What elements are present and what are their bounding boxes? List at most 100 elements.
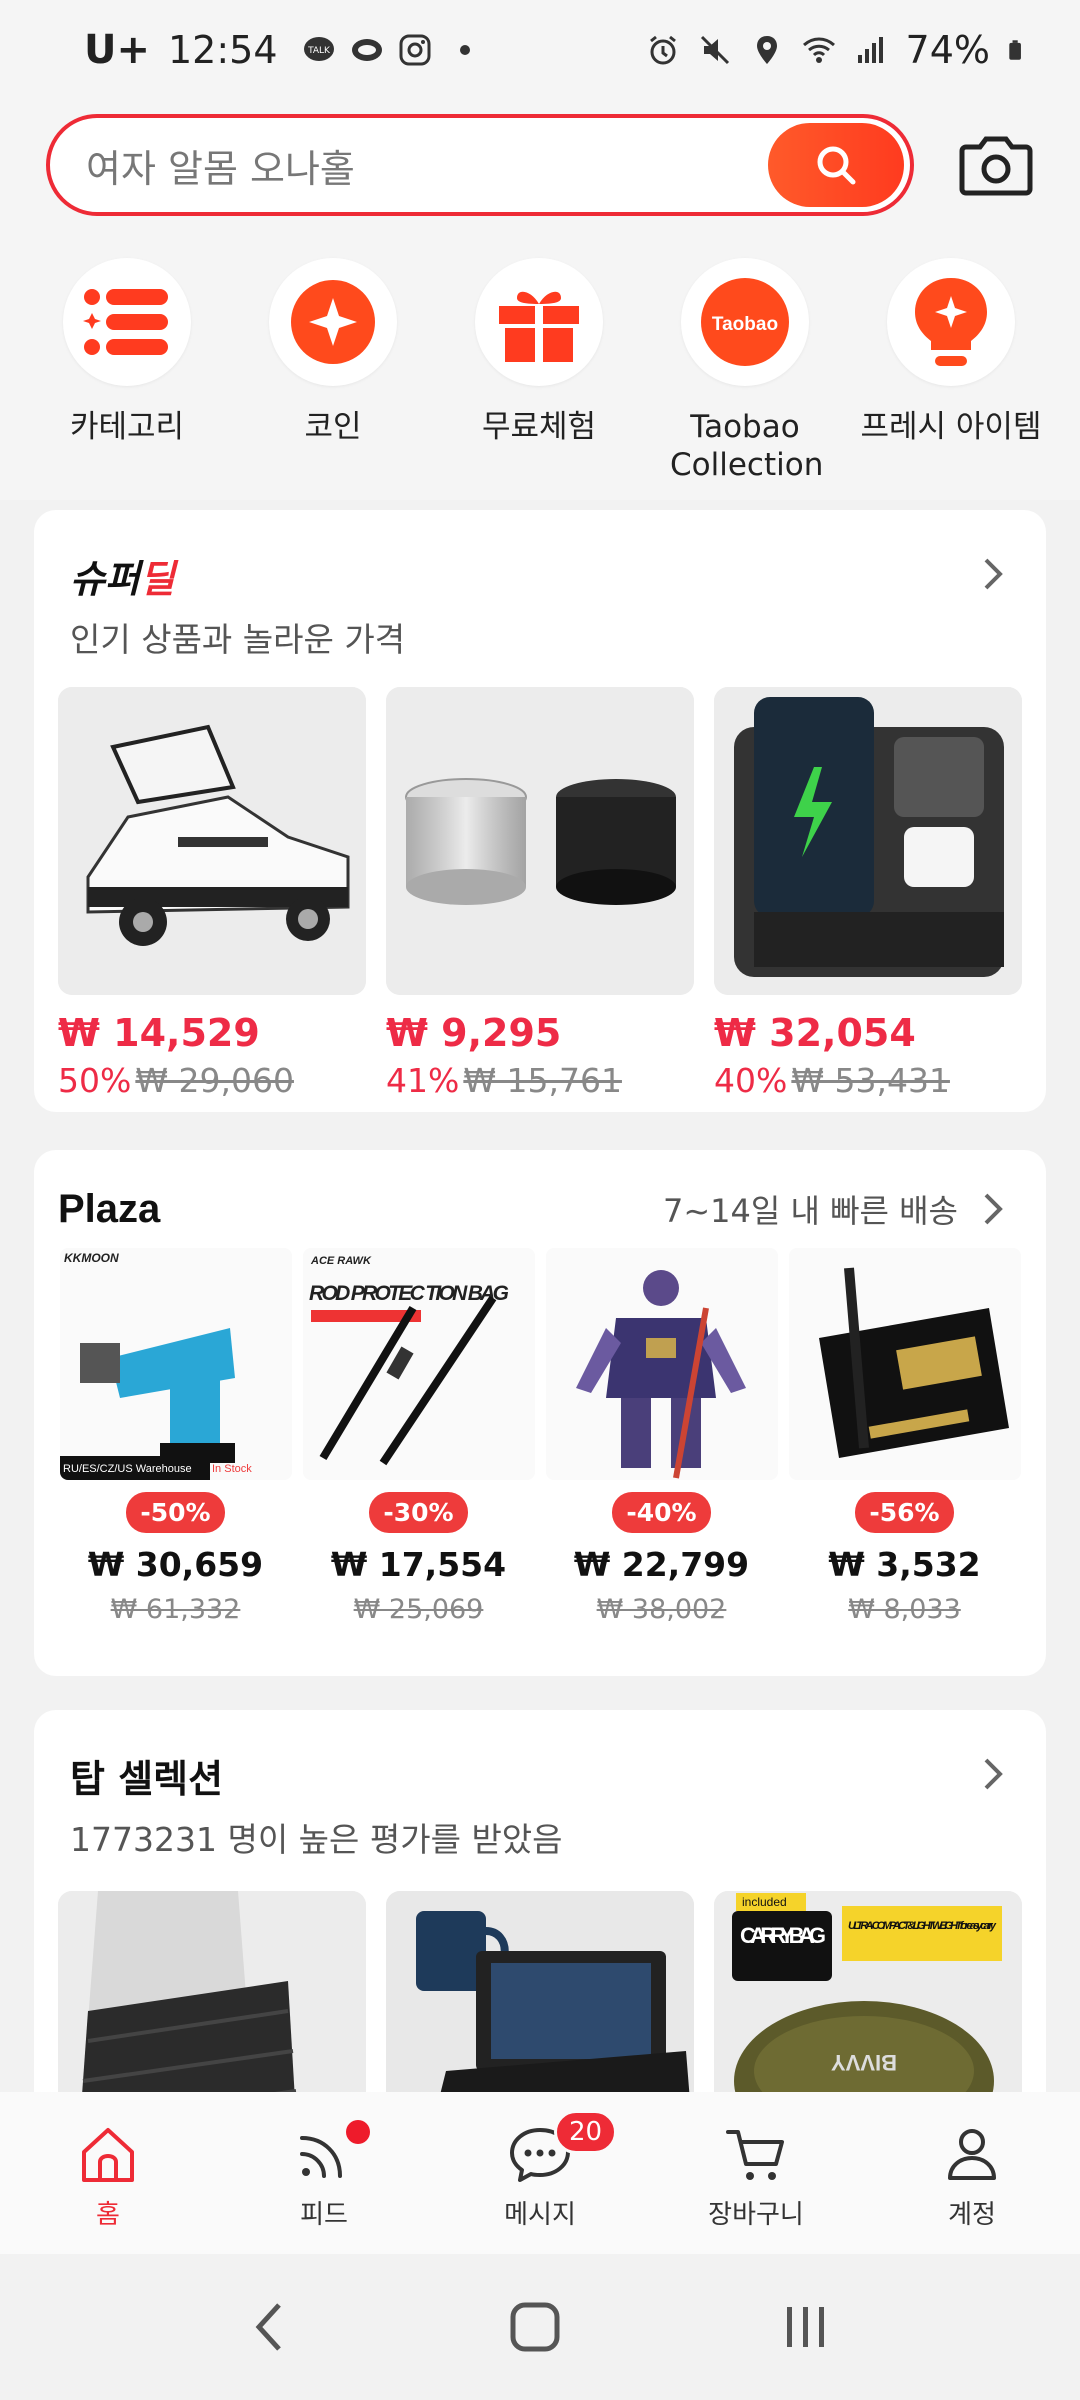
category-label: Taobao Collection [670,409,824,483]
deal-discount: 50% [58,1061,132,1100]
gift-icon [499,291,579,362]
product-image[interactable] [714,687,1022,995]
camera-icon [959,136,1033,196]
nav-label: 홈 [96,2200,120,2230]
instagram-icon [399,34,431,66]
plaza-delivery-text[interactable]: 7~14일 내 빠른 배송 [663,1186,958,1232]
status-bar: U+ 12:54 TALK 74% [0,0,1080,100]
feed-icon [300,2136,342,2178]
search-button[interactable] [768,123,904,207]
deal-price: ₩ 14,529 [58,1011,260,1055]
home-button-icon[interactable] [505,2297,565,2357]
category-row: 카테고리 코인 무료체험 Taobao Taobao Collection 프레… [0,230,1080,500]
category-item[interactable]: Taobao Taobao Collection [642,258,848,500]
deal-price: ₩ 9,295 [386,1011,562,1055]
recent-apps-icon[interactable] [775,2297,835,2357]
top-selection-card: 탑 셀렉션 1773231 명이 높은 평가를 받았음 included CARR… [34,1710,1046,2151]
back-icon[interactable] [245,2297,295,2357]
battery-percent: 74% [905,28,990,72]
chevron-right-icon[interactable] [972,1189,1012,1229]
deal-item[interactable]: ₩ 14,529 50% ₩ 29,060 [58,687,366,1100]
product-image[interactable]: ACE RAWK ROD PROTEC TION BAG [302,1248,535,1480]
plaza-price: ₩ 3,532 [828,1545,981,1584]
category-item[interactable]: 카테고리 [24,258,230,500]
super-deal-title: 슈퍼딜 [70,557,175,601]
category-item[interactable]: 프레시 아이템 [848,258,1054,500]
camera-search-button[interactable] [956,125,1036,205]
plaza-price: ₩ 17,554 [330,1545,507,1584]
image-brand-text: KKMOON [64,1251,119,1265]
wifi-icon [802,37,835,63]
deal-price: ₩ 32,054 [714,1011,916,1055]
carrier-label: U+ [84,27,150,73]
battery-icon [1009,40,1021,60]
deal-item[interactable]: ₩ 9,295 41% ₩ 15,761 [386,687,694,1100]
bottom-nav: 홈 피드 20 메시지 장바구니 계정 [0,2092,1080,2254]
discount-badge: -40% [612,1492,711,1533]
product-image[interactable]: KKMOON RU/ES/CZ/US Warehouse In Stock [59,1248,292,1480]
taobao-icon: Taobao [701,278,789,366]
plaza-card: Plaza 7~14일 내 빠른 배송 KKMOON RU/ES/CZ/US Wa… [34,1150,1046,1676]
image-caption-text: CARRY BAG [740,1923,826,1948]
image-caption-text: RU/ES/CZ/US Warehouse [63,1463,192,1475]
plaza-item[interactable]: -56% ₩ 3,532 ₩ 8,033 [783,1248,1026,1625]
image-badge-text: included [742,1895,787,1909]
discount-badge: -56% [855,1492,954,1533]
plaza-price: ₩ 30,659 [87,1545,264,1584]
product-image[interactable] [58,687,366,995]
alarm-icon [649,35,676,65]
search-row: 여자 알몸 오나홀 [0,100,1080,230]
deal-original-price: ₩ 15,761 [463,1061,622,1100]
nav-label: 메시지 [504,2200,576,2230]
top-selection-title: 탑 셀렉션 [70,1757,224,1801]
nav-feed[interactable]: 피드 [216,2092,432,2254]
mute-icon [700,35,729,65]
plaza-item[interactable]: KKMOON RU/ES/CZ/US Warehouse In Stock -50%… [54,1248,297,1625]
category-item[interactable]: 코인 [230,258,436,500]
product-image[interactable] [788,1248,1021,1480]
lightbulb-icon [915,278,987,366]
plaza-original-price: ₩ 8,033 [848,1594,961,1625]
deal-item[interactable]: ₩ 32,054 40% ₩ 53,431 [714,687,1022,1100]
notification-dot [459,45,470,55]
system-nav-bar [0,2254,1080,2400]
category-label: 코인 [304,409,362,445]
image-brand-text: ACE RAWK [310,1255,372,1267]
plaza-item[interactable]: ACE RAWK ROD PROTEC TION BAG -30% ₩ 17,55… [297,1248,540,1625]
taobao-icon-text: Taobao [712,314,778,335]
product-image[interactable] [386,687,694,995]
nav-label: 계정 [948,2200,996,2230]
nav-message[interactable]: 20 메시지 [432,2092,648,2254]
signal-icon [857,37,883,63]
cart-icon [726,2130,784,2180]
nav-label: 피드 [300,2200,348,2230]
deal-original-price: ₩ 29,060 [135,1061,294,1100]
chevron-right-icon[interactable] [972,554,1012,594]
discount-badge: -30% [369,1492,468,1533]
search-bar[interactable]: 여자 알몸 오나홀 [46,114,914,216]
nav-cart[interactable]: 장바구니 [648,2092,864,2254]
nav-home[interactable]: 홈 [0,2092,216,2254]
super-deal-card: 슈퍼딜 인기 상품과 놀라운 가격 ₩ 14,529 50% ₩ 29,060 ₩… [34,510,1046,1112]
deal-original-price: ₩ 53,431 [791,1061,950,1100]
plaza-original-price: ₩ 61,332 [110,1594,241,1625]
product-image[interactable] [545,1248,778,1480]
category-label: 카테고리 [69,409,185,445]
deal-discount: 40% [714,1061,788,1100]
plaza-original-price: ₩ 25,069 [353,1594,484,1625]
deal-discount: 41% [386,1061,460,1100]
image-caption-text: ROD PROTEC TION BAG [309,1282,509,1305]
chevron-right-icon[interactable] [972,1754,1012,1794]
plaza-item[interactable]: -40% ₩ 22,799 ₩ 38,002 [540,1248,783,1625]
discount-badge: -50% [126,1492,225,1533]
nav-account[interactable]: 계정 [864,2092,1080,2254]
list-icon [83,289,168,355]
location-icon [756,36,777,64]
super-deal-subtitle: 인기 상품과 놀라운 가격 [70,620,406,659]
clock: 12:54 [168,28,278,72]
search-input[interactable]: 여자 알몸 오나홀 [86,138,768,193]
plaza-title: Plaza [58,1186,161,1231]
kakaotalk-icon: TALK [303,37,334,61]
category-item[interactable]: 무료체험 [436,258,642,500]
category-label: 프레시 아이템 [860,409,1042,445]
